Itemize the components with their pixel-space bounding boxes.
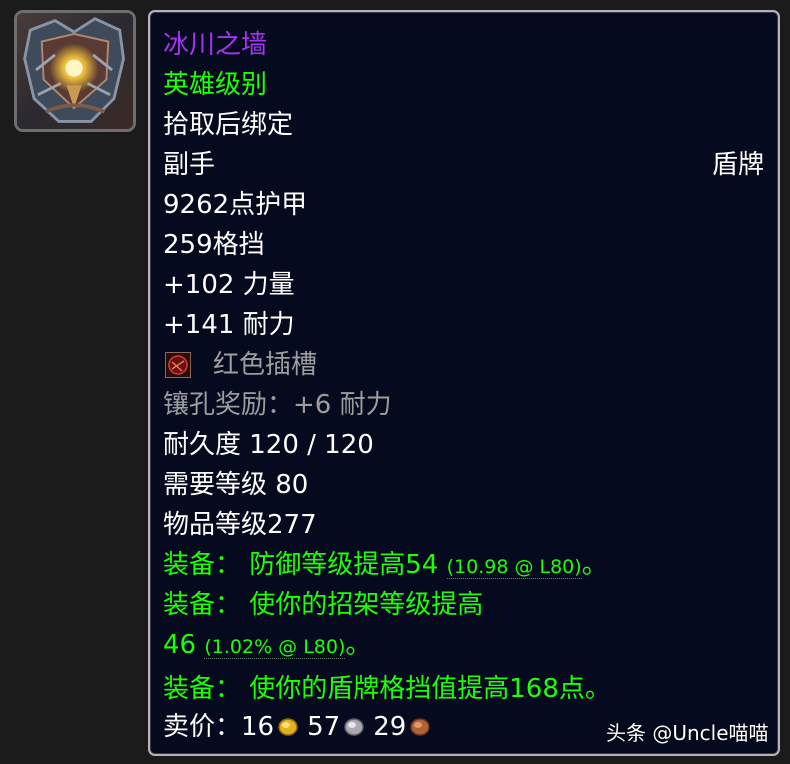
equip-effect-defense: 装备： 防御等级提高54 (10.98 @ L80)。	[163, 550, 608, 582]
sell-label: 卖价：	[163, 712, 242, 742]
item-block: 259格挡	[163, 230, 265, 260]
equip-defense-detail[interactable]: (10.98 @ L80)	[446, 556, 582, 579]
item-armor: 9262点护甲	[163, 190, 308, 220]
stat-stamina: +141 耐力	[163, 310, 295, 340]
sell-copper: 29	[373, 712, 407, 742]
copper-coin-icon	[410, 718, 431, 736]
gold-coin-icon	[278, 718, 298, 736]
item-level: 物品等级277	[163, 510, 317, 540]
item-type: 盾牌	[711, 150, 764, 180]
required-level: 需要等级 80	[163, 470, 309, 500]
sell-silver: 57	[307, 712, 341, 742]
item-slot: 副手	[163, 150, 216, 180]
equip-parry-end: 。	[345, 630, 372, 660]
socket-bonus: 镶孔奖励：+6 耐力	[163, 390, 392, 420]
socket-line: 红色插槽	[163, 350, 317, 380]
socket-label: 红色插槽	[213, 350, 318, 380]
silver-coin-icon	[344, 718, 364, 736]
shield-item-icon	[17, 13, 133, 129]
item-bind: 拾取后绑定	[163, 110, 294, 140]
sell-price: 卖价：16 57 29	[163, 712, 439, 742]
item-quality: 英雄级别	[163, 70, 268, 100]
durability: 耐久度 120 / 120	[163, 430, 374, 460]
equip-effect-parry: 装备： 使你的招架等级提高	[163, 590, 484, 620]
equip-effect-block-value: 装备： 使你的盾牌格挡值提高168点。	[163, 674, 611, 704]
red-socket-icon	[165, 352, 191, 378]
watermark: 头条 @Uncle喵喵	[606, 721, 769, 745]
item-icon[interactable]	[14, 10, 136, 132]
equip-defense-end: 。	[581, 550, 608, 580]
item-tooltip: 冰川之墙 英雄级别 拾取后绑定 副手 盾牌 9262点护甲 259格挡 +102…	[148, 10, 780, 756]
stat-strength: +102 力量	[163, 270, 295, 300]
equip-parry-detail[interactable]: (1.02% @ L80)	[204, 636, 346, 659]
equip-parry-value: 46	[163, 630, 205, 660]
equip-effect-parry-value: 46 (1.02% @ L80)。	[163, 630, 371, 662]
equip-defense-text: 装备： 防御等级提高54	[163, 550, 447, 580]
item-name: 冰川之墙	[163, 30, 268, 60]
sell-gold: 16	[241, 712, 275, 742]
